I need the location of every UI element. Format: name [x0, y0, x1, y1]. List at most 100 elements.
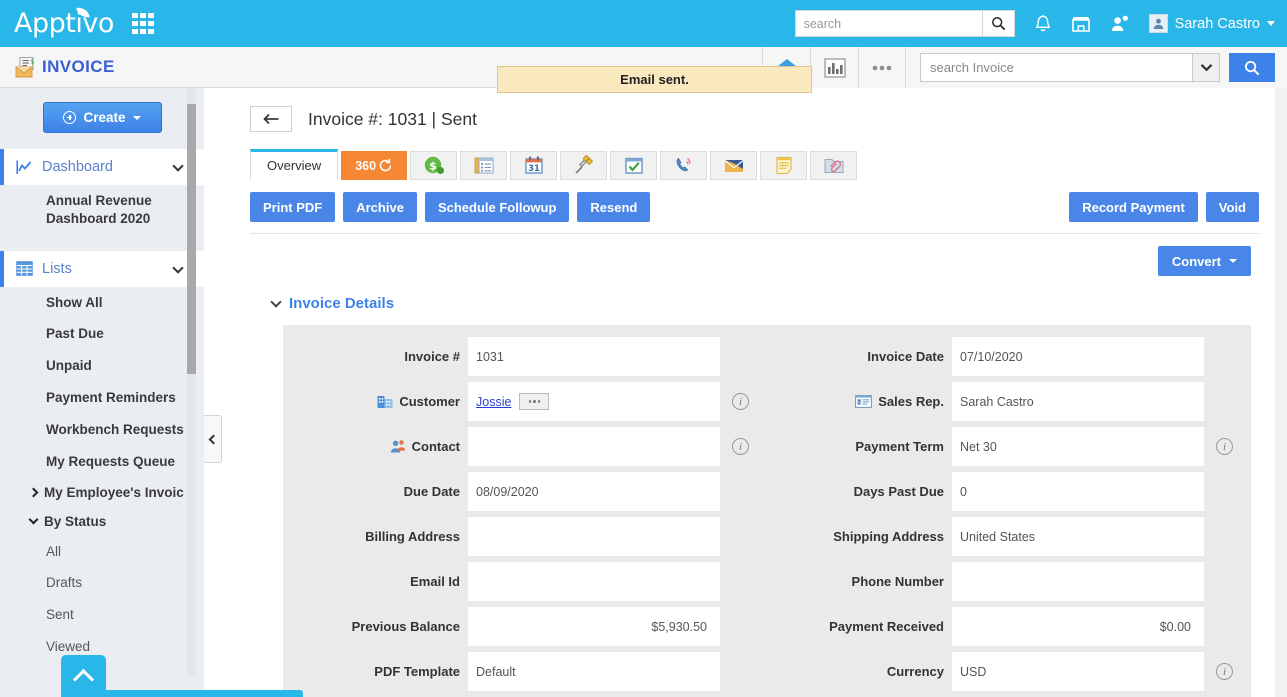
contact-input[interactable] [468, 427, 720, 466]
convert-button[interactable]: Convert [1158, 246, 1251, 276]
email-id-input[interactable] [468, 562, 720, 601]
chevron-right-icon [29, 487, 39, 497]
archive-button[interactable]: Archive [343, 192, 417, 222]
sidebar-scrollbar-thumb[interactable] [187, 104, 196, 374]
field-payment-received: Payment Received $0.00 [767, 604, 1251, 649]
due-date-input[interactable]: 08/09/2020 [468, 472, 720, 511]
tab-attachments[interactable] [810, 151, 857, 180]
customer-more-button[interactable] [519, 393, 549, 410]
search-icon [991, 16, 1006, 31]
global-search[interactable] [795, 10, 1015, 37]
apps-grid-icon[interactable] [132, 13, 154, 35]
tab-emails[interactable] [710, 151, 757, 180]
sidebar-collapse-button[interactable] [204, 415, 222, 463]
invoice-search-group [906, 47, 1287, 88]
field-pdf-template: PDF Template Default [283, 649, 767, 694]
back-button[interactable] [250, 106, 292, 132]
chevron-down-icon [1200, 63, 1213, 72]
invoice-search-dropdown[interactable] [1192, 53, 1220, 82]
field-label: Sales Rep. [767, 394, 952, 409]
form-right-column: Invoice Date 07/10/2020 [767, 334, 1251, 697]
tab-calls[interactable] [660, 151, 707, 180]
page-title: INVOICE [42, 57, 115, 77]
field-label: Payment Received [767, 619, 952, 634]
tab-overview[interactable]: Overview [250, 149, 338, 180]
sidebar-item-my-requests-queue[interactable]: My Requests Queue [0, 446, 204, 478]
sidebar-item-unpaid[interactable]: Unpaid [0, 350, 204, 382]
create-button[interactable]: Create [43, 102, 162, 133]
print-pdf-button[interactable]: Print PDF [250, 192, 335, 222]
billing-address-input[interactable] [468, 517, 720, 556]
void-button[interactable]: Void [1206, 192, 1259, 222]
tab-tasks[interactable] [610, 151, 657, 180]
tab-360[interactable]: 360 [341, 151, 407, 180]
tab-details[interactable] [460, 151, 507, 180]
sidebar-item-show-all[interactable]: Show All [0, 287, 204, 319]
contacts-button[interactable] [1110, 14, 1129, 33]
info-icon[interactable]: i [1216, 438, 1233, 455]
tab-calendar[interactable]: 31 [510, 151, 557, 180]
schedule-followup-button[interactable]: Schedule Followup [425, 192, 569, 222]
convert-button-label: Convert [1172, 254, 1221, 269]
invoice-details-section-header[interactable]: Invoice Details [272, 295, 1287, 312]
sidebar-item-sent[interactable]: Sent [0, 599, 204, 631]
pushpin-icon [573, 155, 595, 176]
invoice-number-input[interactable]: 1031 [468, 337, 720, 376]
more-options-button[interactable] [858, 47, 906, 88]
tab-notes[interactable] [760, 151, 807, 180]
currency-input[interactable]: USD [952, 652, 1204, 691]
user-menu[interactable]: Sarah Castro [1149, 14, 1275, 33]
sidebar-scrollbar[interactable] [187, 88, 196, 676]
sales-rep-input[interactable]: Sarah Castro [952, 382, 1204, 421]
field-email-id: Email Id [283, 559, 767, 604]
search-input[interactable] [795, 10, 982, 37]
sidebar-group-my-employees-invoices[interactable]: My Employee's Invoic [0, 478, 204, 507]
invoice-search-button[interactable] [1229, 53, 1275, 82]
field-label: Due Date [283, 484, 468, 499]
sidebar-group-by-status[interactable]: By Status [0, 507, 204, 536]
money-dollar-icon: $ [423, 155, 445, 176]
tab-pinned[interactable] [560, 151, 607, 180]
tab-overview-label: Overview [267, 158, 321, 173]
phone-number-input[interactable] [952, 562, 1204, 601]
reports-button[interactable] [810, 47, 858, 88]
field-label-text: Customer [399, 394, 460, 409]
sidebar-section-lists[interactable]: Lists [0, 251, 204, 287]
search-button[interactable] [982, 10, 1015, 37]
store-button[interactable] [1071, 15, 1091, 33]
convert-row: Convert [222, 234, 1287, 276]
info-icon[interactable]: i [1216, 663, 1233, 680]
main-scrollbar[interactable] [1275, 88, 1287, 697]
sidebar-item-all[interactable]: All [0, 536, 204, 568]
tab-payments[interactable]: $ [410, 151, 457, 180]
shipping-address-input[interactable]: United States [952, 517, 1204, 556]
sidebar-section-label: Lists [42, 261, 72, 277]
dashboard-chart-icon [16, 160, 33, 175]
sidebar-item-drafts[interactable]: Drafts [0, 567, 204, 599]
info-icon[interactable]: i [732, 393, 749, 410]
sidebar-item-past-due[interactable]: Past Due [0, 318, 204, 350]
pdf-template-input[interactable]: Default [468, 652, 720, 691]
invoice-date-input[interactable]: 07/10/2020 [952, 337, 1204, 376]
field-label: Invoice Date [767, 349, 952, 364]
chevron-down-icon [172, 160, 183, 171]
sidebar-item-payment-reminders[interactable]: Payment Reminders [0, 382, 204, 414]
apptivo-logo[interactable]: Apptivo [14, 10, 114, 37]
customer-link[interactable]: Jossie [476, 395, 511, 409]
sidebar-item-annual-revenue-dashboard[interactable]: Annual Revenue Dashboard 2020 [0, 185, 204, 235]
customer-input[interactable]: Jossie [468, 382, 720, 421]
chevron-down-icon [270, 296, 281, 307]
header-right-cluster: Sarah Castro [795, 10, 1287, 37]
field-label: Billing Address [283, 529, 468, 544]
record-payment-button[interactable]: Record Payment [1069, 192, 1198, 222]
sidebar-item-workbench-requests[interactable]: Workbench Requests [0, 414, 204, 446]
sidebar-section-dashboard[interactable]: Dashboard [0, 149, 204, 185]
chevron-down-icon [1267, 21, 1275, 26]
invoice-search-input[interactable] [920, 53, 1192, 82]
info-icon[interactable]: i [732, 438, 749, 455]
field-billing-address: Billing Address [283, 514, 767, 559]
record-tabs: Overview 360 $ [250, 149, 1287, 180]
notification-bell-button[interactable] [1034, 14, 1052, 34]
payment-term-input[interactable]: Net 30 [952, 427, 1204, 466]
resend-button[interactable]: Resend [577, 192, 650, 222]
